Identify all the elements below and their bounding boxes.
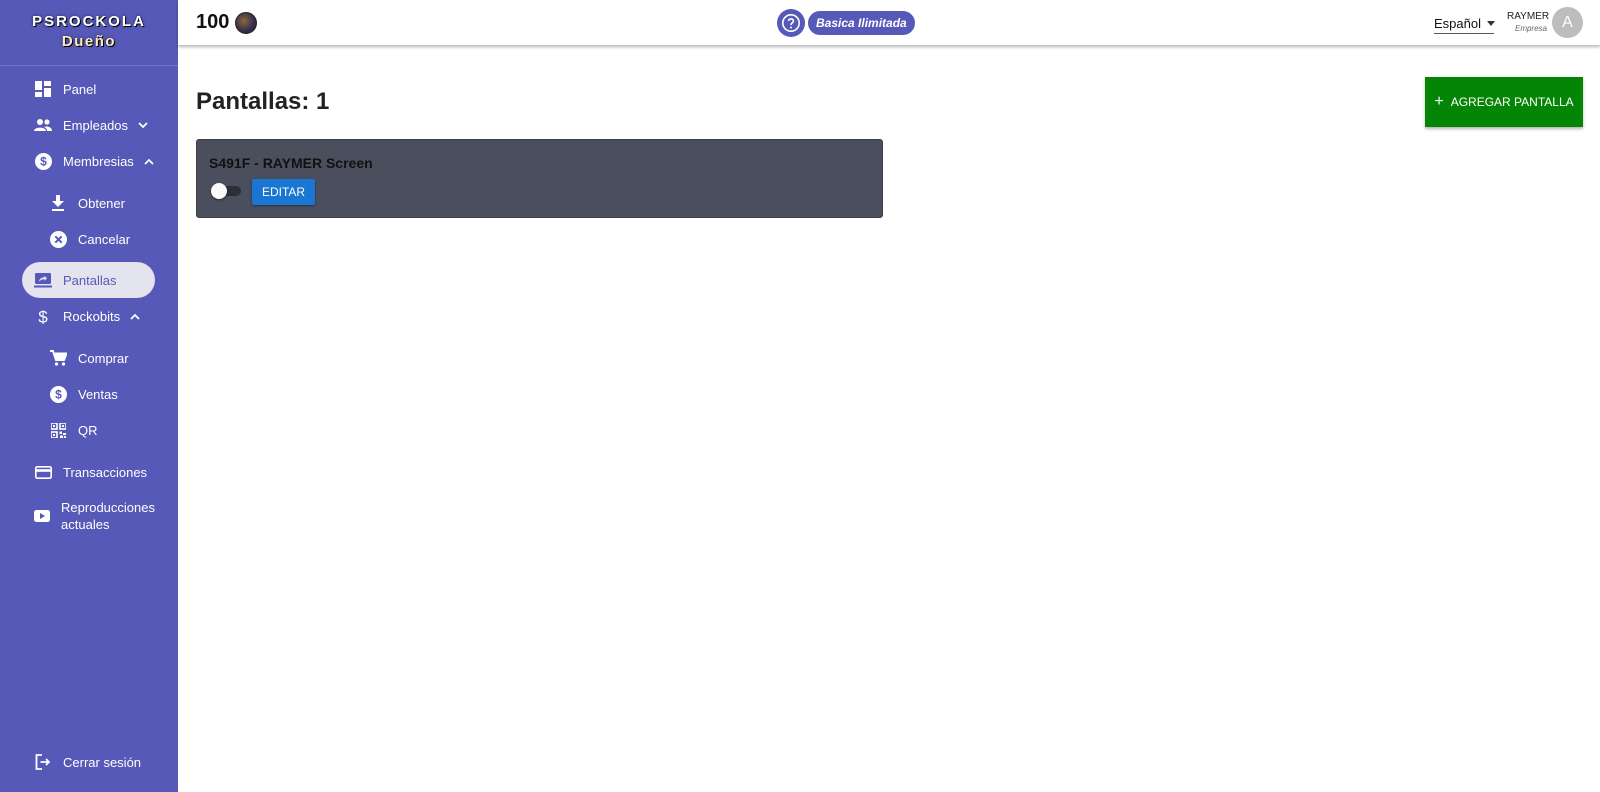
add-screen-button[interactable]: + AGREGAR PANTALLA: [1425, 77, 1583, 127]
plan-badge: Basica Ilimitada: [808, 11, 915, 35]
svg-text:$: $: [40, 154, 47, 168]
screen-toggle[interactable]: [211, 183, 241, 199]
sidebar-item-comprar[interactable]: Comprar: [22, 340, 155, 376]
user-info: RAYMER Empresa: [1507, 10, 1550, 35]
sidebar-item-qr[interactable]: QR: [22, 412, 155, 448]
sidebar: PSROCKOLA Dueño Panel Empleados $ Membre…: [0, 0, 178, 792]
sidebar-item-rockobits[interactable]: $ Rockobits: [22, 298, 155, 334]
sidebar-item-empleados[interactable]: Empleados: [22, 107, 155, 143]
dashboard-icon: [34, 80, 52, 98]
credits-display: 100: [196, 11, 258, 34]
credits-count: 100: [196, 11, 230, 33]
sidebar-item-reproducciones[interactable]: Reproducciones actuales: [22, 494, 155, 538]
sidebar-item-label: Obtener: [78, 195, 125, 211]
brand-title: PSROCKOLA: [32, 12, 146, 30]
brand-subtitle: Dueño: [61, 32, 117, 50]
brand-logo[interactable]: PSROCKOLA Dueño: [0, 0, 178, 66]
sidebar-item-membresias[interactable]: $ Membresias: [22, 143, 155, 179]
screen-share-icon: [34, 271, 52, 289]
help-icon[interactable]: [777, 9, 805, 37]
sidebar-item-label: Ventas: [78, 386, 118, 402]
add-screen-label: AGREGAR PANTALLA: [1450, 95, 1574, 109]
logout-icon: [34, 753, 52, 771]
coin-icon: [235, 11, 258, 34]
sidebar-item-label: Membresias: [63, 153, 134, 169]
language-select[interactable]: Español: [1434, 13, 1495, 34]
chevron-down-icon: [138, 121, 148, 129]
youtube-icon: [34, 507, 51, 525]
top-bar: 100 Basica Ilimitada Español RAYMER Empr…: [178, 0, 1600, 45]
caret-down-icon: [1486, 20, 1495, 26]
screen-card: S491F - RAYMER Screen EDITAR: [196, 139, 883, 218]
logout-label: Cerrar sesión: [63, 754, 142, 770]
svg-text:$: $: [38, 308, 48, 325]
sidebar-item-transacciones[interactable]: Transacciones: [22, 454, 155, 490]
plus-icon: +: [1434, 93, 1444, 110]
language-value: Español: [1434, 15, 1481, 31]
people-icon: [34, 116, 52, 134]
download-icon: [49, 194, 67, 212]
sidebar-item-pantallas[interactable]: Pantallas: [22, 262, 155, 298]
chevron-up-icon: [144, 158, 154, 165]
dollar-circle-icon: $: [49, 385, 67, 403]
qr-icon: [49, 421, 67, 439]
user-name: RAYMER: [1507, 11, 1550, 22]
sidebar-item-label: Reproducciones actuales: [61, 500, 155, 532]
sidebar-item-label: Cancelar: [78, 231, 131, 247]
edit-screen-button[interactable]: EDITAR: [252, 179, 315, 205]
screen-name: S491F - RAYMER Screen: [209, 155, 373, 171]
logout-button[interactable]: Cerrar sesión: [22, 744, 155, 780]
dollar-icon: $: [34, 307, 52, 325]
sidebar-item-cancelar[interactable]: Cancelar: [22, 221, 155, 257]
sidebar-item-label: Comprar: [78, 350, 129, 366]
cart-icon: [49, 349, 67, 367]
sidebar-item-label: Pantallas: [63, 272, 117, 288]
sidebar-item-label: Panel: [63, 81, 97, 97]
svg-text:$: $: [55, 387, 62, 401]
cancel-icon: [49, 230, 67, 248]
chevron-up-icon: [130, 313, 140, 320]
toggle-knob: [211, 183, 227, 199]
user-role: Empresa: [1514, 24, 1547, 33]
sidebar-item-label: Rockobits: [63, 308, 121, 324]
sidebar-item-label: QR: [78, 422, 98, 438]
sidebar-item-ventas[interactable]: $ Ventas: [22, 376, 155, 412]
plan-indicator: Basica Ilimitada: [777, 9, 915, 37]
credit-card-icon: [34, 463, 52, 481]
avatar[interactable]: A: [1552, 7, 1583, 38]
dollar-circle-icon: $: [34, 152, 52, 170]
sidebar-item-panel[interactable]: Panel: [22, 71, 155, 107]
sidebar-item-label: Transacciones: [63, 464, 148, 480]
sidebar-item-obtener[interactable]: Obtener: [22, 185, 155, 221]
page-title: Pantallas: 1: [196, 88, 330, 115]
sidebar-item-label: Empleados: [63, 117, 129, 133]
